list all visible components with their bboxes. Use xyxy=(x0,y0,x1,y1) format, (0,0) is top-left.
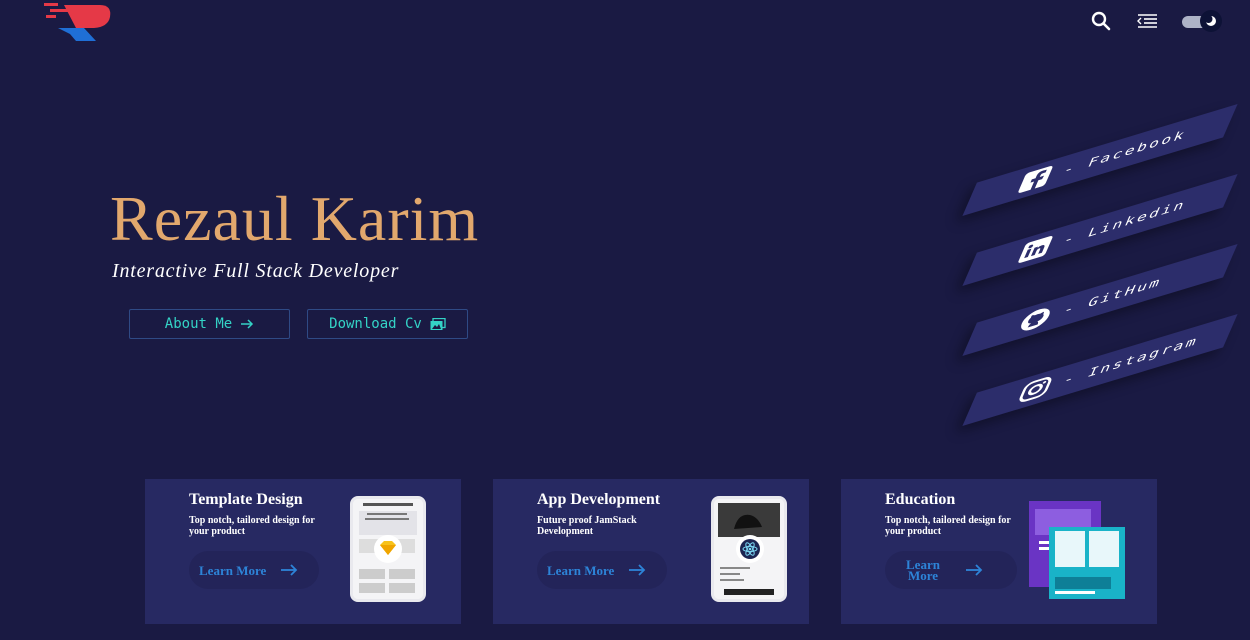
card-description: Top notch, tailored design for your prod… xyxy=(189,515,315,537)
learn-more-button[interactable]: Learn More xyxy=(189,551,319,589)
arrow-right-icon xyxy=(281,564,298,576)
learn-more-button[interactable]: Learn More xyxy=(537,551,667,589)
facebook-icon xyxy=(1014,163,1057,197)
phone-mockup-image xyxy=(350,496,426,602)
service-card-app-development: App Development Future proof JamStack De… xyxy=(493,479,809,624)
logo[interactable] xyxy=(44,3,114,43)
arrow-right-icon xyxy=(966,564,983,576)
service-card-education: Education Top notch, tailored design for… xyxy=(841,479,1157,624)
social-label: - Facebook xyxy=(1060,127,1190,178)
learn-more-label: Learn More xyxy=(199,562,267,578)
learn-more-label: Learn More xyxy=(547,562,615,578)
social-label: - Linkedin xyxy=(1060,197,1190,248)
arrow-right-icon xyxy=(241,319,254,329)
image-gallery-icon xyxy=(430,317,446,330)
theme-toggle[interactable] xyxy=(1182,10,1222,32)
hero-name: Rezaul Karim xyxy=(110,183,480,254)
course-book-covers-image xyxy=(1029,501,1129,601)
github-icon xyxy=(1014,303,1057,337)
card-title: Template Design xyxy=(189,491,303,508)
instagram-icon xyxy=(1014,373,1057,407)
card-description: Top notch, tailored design for your prod… xyxy=(885,515,1011,537)
about-me-button[interactable]: About Me xyxy=(129,309,290,339)
hero-subtitle: Interactive Full Stack Developer xyxy=(112,260,400,282)
card-title: Education xyxy=(885,491,956,508)
download-cv-label: Download Cv xyxy=(329,316,422,332)
learn-more-label: Learn More xyxy=(906,557,940,583)
card-description: Future proof JamStack Development xyxy=(537,515,637,537)
arrow-right-icon xyxy=(629,564,646,576)
search-icon[interactable] xyxy=(1090,10,1112,32)
service-card-template-design: Template Design Top notch, tailored desi… xyxy=(145,479,461,624)
social-label: - Instagram xyxy=(1060,333,1202,388)
card-title: App Development xyxy=(537,491,661,508)
linkedin-icon xyxy=(1014,233,1057,267)
download-cv-button[interactable]: Download Cv xyxy=(307,309,468,339)
menu-icon[interactable] xyxy=(1136,10,1158,32)
about-me-label: About Me xyxy=(164,316,233,332)
moon-icon xyxy=(1200,10,1222,32)
social-label: - GitHum xyxy=(1060,274,1165,318)
phone-mockup-image xyxy=(711,496,787,602)
learn-more-button[interactable]: Learn More xyxy=(885,551,1017,589)
